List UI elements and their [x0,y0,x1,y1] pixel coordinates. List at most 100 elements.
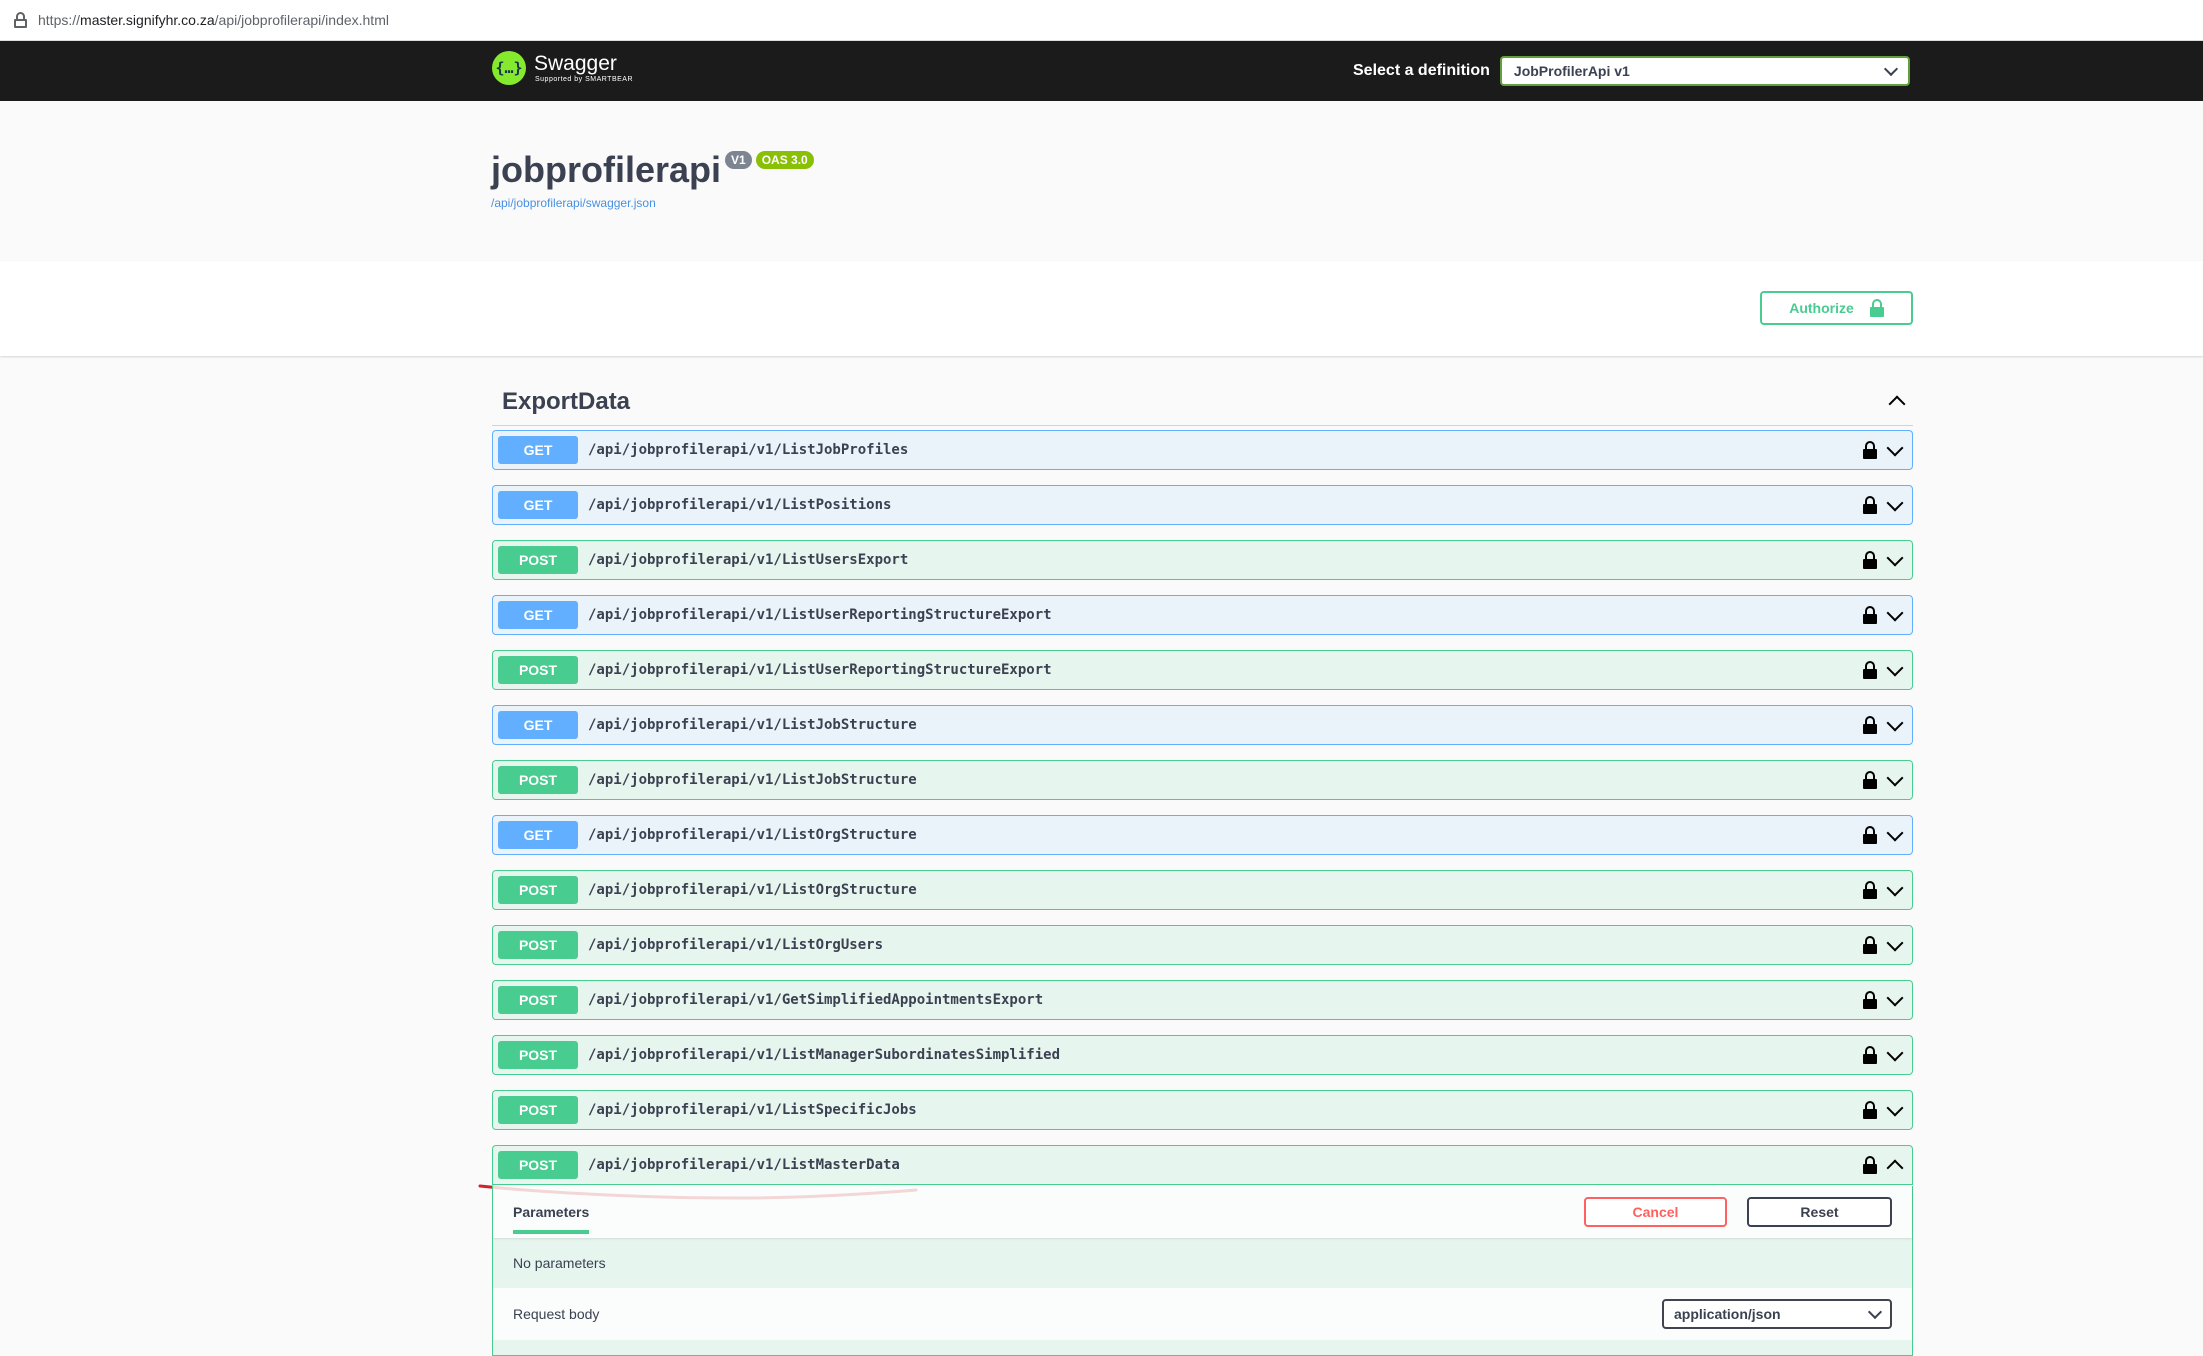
operation-row[interactable]: GET/api/jobprofilerapi/v1/ListPositions [492,485,1913,525]
padlock-icon[interactable] [1863,771,1877,789]
swagger-brand-icon: {…} [492,51,526,85]
operation-row[interactable]: GET/api/jobprofilerapi/v1/ListUserReport… [492,595,1913,635]
chevron-down-icon[interactable] [1886,989,1904,1006]
padlock-icon[interactable] [1863,551,1877,569]
padlock-icon[interactable] [1863,991,1877,1009]
operation-path: /api/jobprofilerapi/v1/ListJobStructure [588,772,917,788]
operation-row[interactable]: POST/api/jobprofilerapi/v1/ListOrgUsers [492,925,1913,965]
operation-path: /api/jobprofilerapi/v1/ListUsersExport [588,552,909,568]
version-badge: V1 [725,151,752,169]
content-type-value: application/json [1674,1306,1781,1322]
method-badge: GET [498,491,578,519]
operation-row[interactable]: POST/api/jobprofilerapi/v1/ListUsersExpo… [492,540,1913,580]
method-badge: GET [498,436,578,464]
chevron-down-icon[interactable] [1886,1044,1904,1061]
operation-body-listmasterdata: Parameters Cancel Reset No parameters Re… [492,1186,1913,1356]
operation-path: /api/jobprofilerapi/v1/ListPositions [588,497,892,513]
chevron-down-icon[interactable] [1886,439,1904,456]
chevron-down-icon[interactable] [1886,879,1904,896]
operation-row[interactable]: POST/api/jobprofilerapi/v1/ListManagerSu… [492,1035,1913,1075]
api-title: jobprofilerapi [491,149,722,190]
operation-path: /api/jobprofilerapi/v1/GetSimplifiedAppo… [588,992,1044,1008]
chevron-down-icon[interactable] [1886,494,1904,511]
operation-row[interactable]: POST/api/jobprofilerapi/v1/ListOrgStruct… [492,870,1913,910]
method-badge: GET [498,821,578,849]
chevron-up-icon[interactable] [1886,1159,1904,1176]
method-badge: GET [498,711,578,739]
address-url[interactable]: https://master.signifyhr.co.za/api/jobpr… [38,12,389,28]
authorize-label: Authorize [1789,300,1854,316]
chevron-down-icon[interactable] [1886,824,1904,841]
reset-button[interactable]: Reset [1747,1197,1892,1227]
operation-row[interactable]: GET/api/jobprofilerapi/v1/ListJobStructu… [492,705,1913,745]
method-badge: POST [498,546,578,574]
api-info: jobprofilerapi V1 OAS 3.0 /api/jobprofil… [0,101,2203,261]
operation-path: /api/jobprofilerapi/v1/ListManagerSubord… [588,1047,1061,1063]
spec-json-link[interactable]: /api/jobprofilerapi/swagger.json [491,196,656,210]
operation-row[interactable]: GET/api/jobprofilerapi/v1/ListOrgStructu… [492,815,1913,855]
definition-select[interactable]: JobProfilerApi v1 [1499,56,1910,86]
brand-name: Swagger [534,51,617,75]
method-badge: POST [498,986,578,1014]
chevron-down-icon [1867,1304,1883,1319]
chevron-up-icon[interactable] [1888,395,1906,413]
method-badge: POST [498,656,578,684]
padlock-icon[interactable] [1863,1101,1877,1119]
chevron-down-icon[interactable] [1886,934,1904,951]
method-badge: POST [498,1151,578,1179]
padlock-icon[interactable] [1863,936,1877,954]
padlock-icon[interactable] [1863,661,1877,679]
method-badge: POST [498,876,578,904]
definition-value: JobProfilerApi v1 [1513,63,1630,79]
operation-row[interactable]: GET/api/jobprofilerapi/v1/ListJobProfile… [492,430,1913,470]
padlock-icon[interactable] [1863,1156,1877,1174]
chevron-down-icon[interactable] [1886,604,1904,621]
tag-header-exportdata[interactable]: ExportData [492,378,1913,426]
operation-path: /api/jobprofilerapi/v1/ListSpecificJobs [588,1102,917,1118]
tab-parameters[interactable]: Parameters [513,1204,590,1234]
operation-path: /api/jobprofilerapi/v1/ListJobStructure [588,717,917,733]
chevron-down-icon[interactable] [1886,714,1904,731]
operation-path: /api/jobprofilerapi/v1/ListOrgUsers [588,937,884,953]
content-type-select[interactable]: application/json [1662,1299,1892,1329]
padlock-icon[interactable] [1863,881,1877,899]
chevron-down-icon[interactable] [1886,659,1904,676]
swagger-topbar: {…} Swagger Supported by SMARTBEAR Selec… [0,41,2203,101]
tag-name: ExportData [502,387,631,415]
swagger-logo[interactable]: {…} Swagger Supported by SMARTBEAR [492,51,633,85]
chevron-down-icon[interactable] [1886,1099,1904,1116]
method-badge: POST [498,766,578,794]
chevron-down-icon[interactable] [1886,549,1904,566]
padlock-icon[interactable] [1863,1046,1877,1064]
method-badge: POST [498,1041,578,1069]
operation-path: /api/jobprofilerapi/v1/ListMasterData [588,1157,900,1173]
authorize-button[interactable]: Authorize [1760,291,1913,325]
padlock-icon[interactable] [1863,606,1877,624]
parameters-header: Parameters Cancel Reset [493,1186,1912,1238]
operation-path: /api/jobprofilerapi/v1/ListUserReporting… [588,607,1052,623]
chevron-down-icon [1883,61,1898,76]
operation-row[interactable]: POST/api/jobprofilerapi/v1/ListMasterDat… [492,1145,1913,1185]
definition-label: Select a definition [1353,62,1490,79]
operation-path: /api/jobprofilerapi/v1/ListOrgStructure [588,827,917,843]
padlock-icon[interactable] [1863,716,1877,734]
request-body-header: Request body application/json [493,1288,1912,1340]
chevron-down-icon[interactable] [1886,769,1904,786]
operation-row[interactable]: POST/api/jobprofilerapi/v1/ListJobStruct… [492,760,1913,800]
cancel-button[interactable]: Cancel [1584,1197,1727,1227]
operation-row[interactable]: POST/api/jobprofilerapi/v1/ListUserRepor… [492,650,1913,690]
padlock-icon[interactable] [1863,826,1877,844]
request-body-label: Request body [513,1306,600,1322]
operation-path: /api/jobprofilerapi/v1/ListJobProfiles [588,442,909,458]
unlocked-padlock-icon [1869,299,1884,317]
definition-selector: Select a definition JobProfilerApi v1 [1353,56,1910,86]
method-badge: POST [498,931,578,959]
site-lock-icon[interactable] [14,12,28,28]
operation-path: /api/jobprofilerapi/v1/ListUserReporting… [588,662,1052,678]
operation-row[interactable]: POST/api/jobprofilerapi/v1/GetSimplified… [492,980,1913,1020]
padlock-icon[interactable] [1863,441,1877,459]
method-badge: POST [498,1096,578,1124]
operation-row[interactable]: POST/api/jobprofilerapi/v1/ListSpecificJ… [492,1090,1913,1130]
padlock-icon[interactable] [1863,496,1877,514]
browser-address-bar[interactable]: https://master.signifyhr.co.za/api/jobpr… [0,0,2203,41]
